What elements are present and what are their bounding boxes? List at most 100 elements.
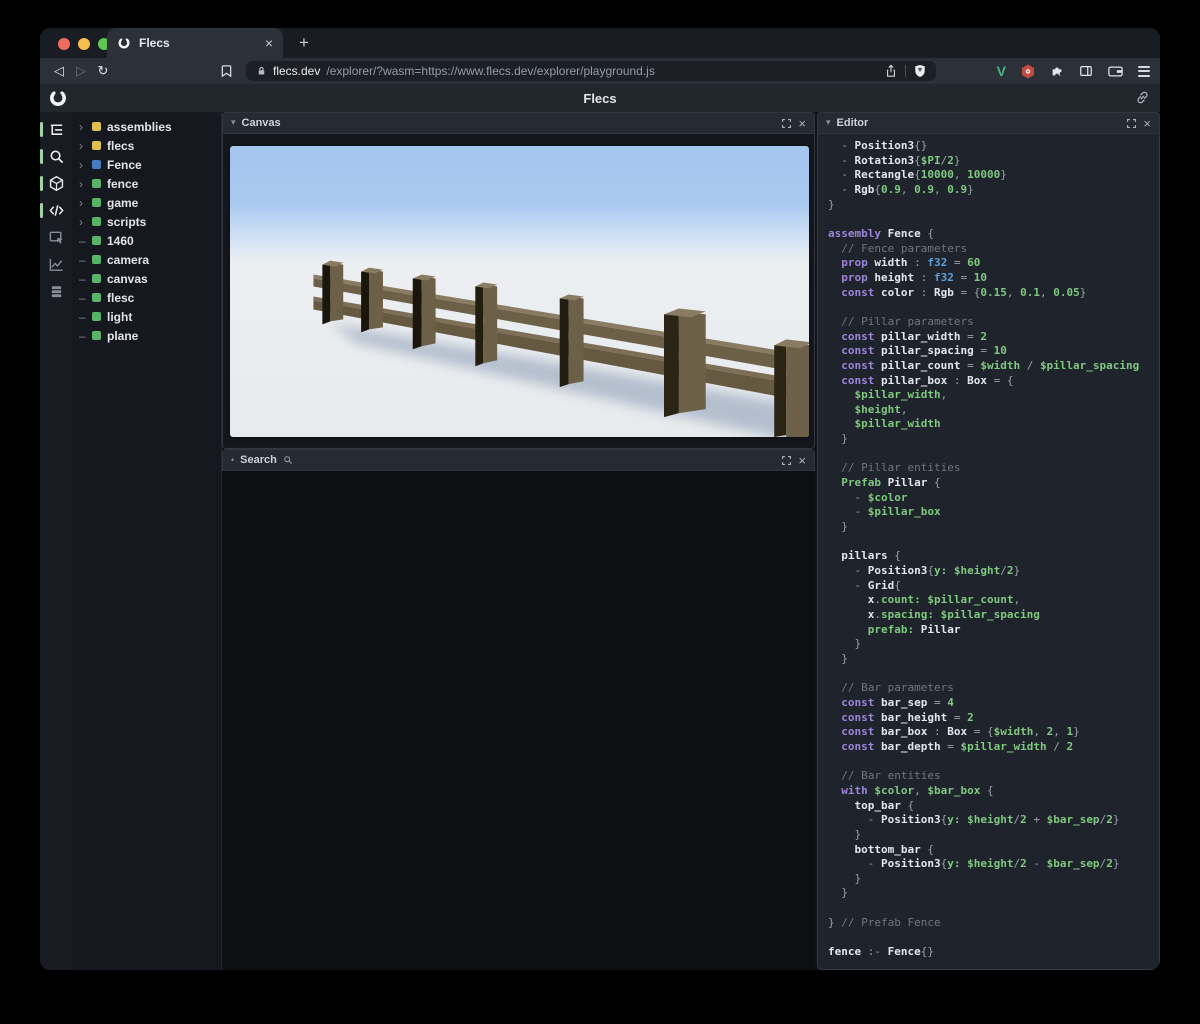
tree-item[interactable]: – plane	[72, 326, 221, 345]
code-line: $pillar_width	[828, 417, 1159, 432]
back-icon[interactable]: ◁	[48, 63, 70, 79]
tab-close-icon[interactable]: ×	[265, 36, 273, 50]
center-column: ▾ Canvas ×	[222, 112, 815, 970]
search-glyph-icon	[283, 455, 293, 465]
url-path: /explorer/?wasm=https://www.flecs.dev/ex…	[326, 64, 879, 78]
tree-item[interactable]: – camera	[72, 250, 221, 269]
fullscreen-icon[interactable]	[1126, 118, 1137, 129]
tree-item[interactable]: – canvas	[72, 269, 221, 288]
panel-title: Canvas	[242, 117, 281, 129]
editor-panel: ▾ Editor × - Position3{} - Rotation3{$PI…	[817, 112, 1160, 970]
vue-devtools-icon[interactable]: V	[997, 63, 1006, 79]
fullscreen-icon[interactable]	[781, 118, 792, 129]
tree-item-label: light	[107, 310, 132, 324]
expand-chevron-icon[interactable]: ›	[79, 177, 92, 191]
bookmark-icon[interactable]	[220, 64, 233, 78]
code-editor[interactable]: - Position3{} - Rotation3{$PI/2} - Recta…	[818, 134, 1159, 960]
tree-item-label: Fence	[107, 158, 142, 172]
red-hexagon-extension-icon[interactable]	[1021, 64, 1035, 79]
tree-item[interactable]: › assemblies	[72, 117, 221, 136]
link-icon[interactable]	[1135, 90, 1150, 105]
close-panel-icon[interactable]: ×	[1143, 117, 1151, 130]
collapse-dot-icon[interactable]: •	[231, 455, 234, 465]
tree-item[interactable]: › fence	[72, 174, 221, 193]
inspector-icon[interactable]	[40, 224, 72, 251]
code-line	[828, 667, 1159, 682]
code-line: }	[828, 520, 1159, 535]
expand-chevron-icon[interactable]: ›	[79, 139, 92, 153]
expand-chevron-icon[interactable]: –	[79, 291, 92, 305]
code-line: x.count: $pillar_count,	[828, 593, 1159, 608]
scene-cube-icon[interactable]	[40, 170, 72, 197]
code-line: const pillar_count = $width / $pillar_sp…	[828, 359, 1159, 374]
code-line: const pillar_width = 2	[828, 330, 1159, 345]
entity-tree-icon[interactable]	[40, 116, 72, 143]
expand-chevron-icon[interactable]: ›	[79, 158, 92, 172]
expand-chevron-icon[interactable]: –	[79, 272, 92, 286]
panel-title: Search	[240, 454, 277, 466]
collapse-chevron-icon[interactable]: ▾	[826, 117, 831, 128]
code-line	[828, 300, 1159, 315]
expand-chevron-icon[interactable]: –	[79, 310, 92, 324]
divider	[905, 65, 906, 77]
expand-chevron-icon[interactable]: –	[79, 329, 92, 343]
extensions-puzzle-icon[interactable]	[1050, 64, 1064, 78]
rows-icon[interactable]	[40, 278, 72, 305]
favicon-flecs-logo-icon	[117, 36, 131, 50]
code-line: // Bar entities	[828, 769, 1159, 784]
reload-icon[interactable]: ↻	[92, 63, 114, 79]
forward-icon[interactable]: ▷	[70, 63, 92, 79]
tree-item-label: camera	[107, 253, 149, 267]
tree-item[interactable]: › Fence	[72, 155, 221, 174]
browser-tab[interactable]: Flecs ×	[107, 28, 283, 58]
3d-viewport[interactable]	[230, 146, 809, 437]
search-panel-header[interactable]: • Search ×	[222, 449, 815, 471]
share-icon[interactable]	[885, 64, 897, 78]
brave-shield-icon[interactable]	[914, 64, 926, 78]
editor-panel-header[interactable]: ▾ Editor ×	[817, 112, 1160, 134]
wallet-icon[interactable]	[1108, 65, 1123, 78]
menu-icon[interactable]	[1138, 66, 1150, 77]
url-bar[interactable]: flecs.dev /explorer/?wasm=https://www.fl…	[246, 61, 936, 81]
minimize-window-button[interactable]	[78, 38, 90, 50]
close-window-button[interactable]	[58, 38, 70, 50]
code-line: // Fence parameters	[828, 242, 1159, 257]
stats-chart-icon[interactable]	[40, 251, 72, 278]
expand-chevron-icon[interactable]: ›	[79, 215, 92, 229]
canvas-panel-header[interactable]: ▾ Canvas ×	[222, 112, 815, 134]
entity-kind-square-icon	[92, 255, 101, 264]
code-line: }	[828, 652, 1159, 667]
tree-item-label: fence	[107, 177, 138, 191]
entity-kind-square-icon	[92, 331, 101, 340]
close-panel-icon[interactable]: ×	[798, 117, 806, 130]
code-line: - Rotation3{$PI/2}	[828, 154, 1159, 169]
url-domain: flecs.dev	[273, 64, 320, 78]
canvas-panel: ▾ Canvas ×	[222, 112, 815, 449]
tree-item[interactable]: – light	[72, 307, 221, 326]
code-line: prop height : f32 = 10	[828, 271, 1159, 286]
code-line: // Pillar entities	[828, 461, 1159, 476]
tree-item[interactable]: – 1460	[72, 231, 221, 250]
expand-chevron-icon[interactable]: –	[79, 253, 92, 267]
new-tab-button[interactable]: +	[292, 31, 316, 55]
code-line: $height,	[828, 403, 1159, 418]
expand-chevron-icon[interactable]: –	[79, 234, 92, 248]
close-panel-icon[interactable]: ×	[798, 454, 806, 467]
tree-item[interactable]: › flecs	[72, 136, 221, 155]
expand-chevron-icon[interactable]: ›	[79, 196, 92, 210]
fullscreen-icon[interactable]	[781, 455, 792, 466]
collapse-chevron-icon[interactable]: ▾	[231, 117, 236, 128]
code-icon[interactable]	[40, 197, 72, 224]
expand-chevron-icon[interactable]: ›	[79, 120, 92, 134]
tree-item-label: flesc	[107, 291, 134, 305]
code-line: }	[828, 198, 1159, 213]
tree-item[interactable]: › game	[72, 193, 221, 212]
tree-item[interactable]: – flesc	[72, 288, 221, 307]
code-line: prefab: Pillar	[828, 623, 1159, 638]
code-line: - $color	[828, 491, 1159, 506]
search-icon[interactable]	[40, 143, 72, 170]
editor-panel-body[interactable]: - Position3{} - Rotation3{$PI/2} - Recta…	[817, 134, 1160, 970]
entity-kind-square-icon	[92, 293, 101, 302]
tree-item[interactable]: › scripts	[72, 212, 221, 231]
sidebar-icon[interactable]	[1079, 64, 1093, 78]
